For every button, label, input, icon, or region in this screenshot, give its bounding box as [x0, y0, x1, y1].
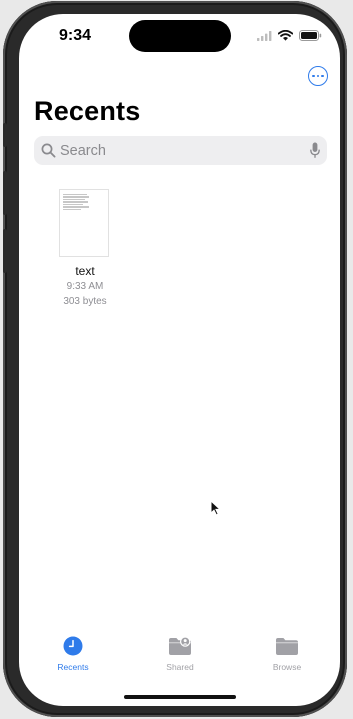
mouse-pointer-icon: [210, 499, 222, 521]
ellipsis-circle-icon: [312, 74, 315, 78]
microphone-icon[interactable]: [310, 142, 320, 159]
tab-browse[interactable]: Browse: [247, 634, 327, 672]
app-screen: 9:34 Recents Search text 9:33 AM 303 byt…: [19, 14, 340, 706]
tab-recents-label: Recents: [57, 662, 89, 672]
home-indicator[interactable]: [124, 695, 236, 699]
tab-browse-label: Browse: [272, 662, 302, 672]
tab-shared-label: Shared: [166, 662, 194, 672]
tab-bar: Recents Shared Browse: [19, 634, 340, 674]
folder-icon: [247, 634, 327, 658]
file-modified-time: 9:33 AM: [66, 281, 104, 292]
action-button: [3, 123, 7, 147]
phone-frame: 9:34 Recents Search text 9:33 AM 303 byt…: [3, 1, 347, 717]
cellular-signal-icon: [257, 30, 272, 41]
volume-down-button: [3, 229, 7, 273]
clock-icon: [33, 634, 113, 658]
file-size: 303 bytes: [63, 296, 107, 307]
text-document-thumbnail[interactable]: [59, 189, 109, 257]
dynamic-island: [129, 20, 231, 52]
wifi-icon: [278, 30, 293, 41]
search-bar[interactable]: [34, 136, 327, 165]
tab-recents[interactable]: Recents: [33, 634, 113, 672]
tab-shared[interactable]: Shared: [140, 634, 220, 672]
battery-icon: [299, 30, 322, 41]
shared-folder-icon: [140, 634, 220, 658]
more-options-button[interactable]: [308, 66, 328, 86]
search-icon: [41, 143, 56, 158]
file-name: text: [75, 264, 95, 278]
volume-up-button: [3, 171, 7, 215]
search-input[interactable]: [60, 142, 300, 159]
status-icons: [257, 30, 322, 41]
status-time: 9:34: [59, 27, 92, 44]
page-title: Recents: [34, 96, 141, 126]
